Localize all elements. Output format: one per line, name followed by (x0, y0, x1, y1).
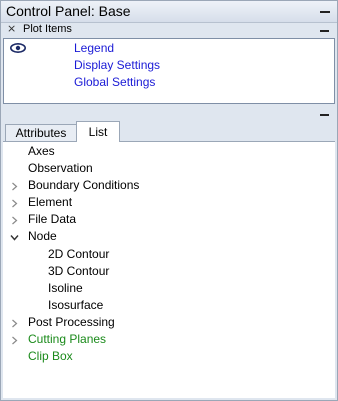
tree-item-clip-box[interactable]: Clip Box (28, 348, 73, 364)
eye-icon[interactable] (10, 43, 26, 53)
plot-item-global-settings[interactable]: Global Settings (74, 75, 155, 89)
tree-item-post-processing[interactable]: Post Processing (28, 314, 115, 330)
minimize-icon[interactable] (320, 11, 330, 13)
tab-list[interactable]: List (76, 121, 120, 142)
tree-item-isoline[interactable]: Isoline (48, 280, 83, 296)
plot-item-display-settings[interactable]: Display Settings (74, 58, 160, 72)
tree-item-element[interactable]: Element (28, 194, 72, 210)
tree-item-3d-contour[interactable]: 3D Contour (48, 263, 109, 279)
tree-item-2d-contour[interactable]: 2D Contour (48, 246, 109, 262)
tree-item-axes[interactable]: Axes (28, 143, 55, 159)
chevron-right-icon[interactable] (10, 199, 19, 208)
collapse-icon[interactable]: ⨯ (7, 23, 16, 36)
tab-attributes[interactable]: Attributes (5, 124, 77, 141)
chevron-right-icon[interactable] (10, 319, 19, 328)
plot-items-header[interactable]: ⨯ Plot Items (3, 23, 335, 37)
tree-item-file-data[interactable]: File Data (28, 211, 76, 227)
plot-item-legend[interactable]: Legend (74, 41, 114, 55)
minimize-icon[interactable] (320, 114, 329, 116)
tree-view: Axes Observation Boundary Conditions Ele… (3, 142, 335, 398)
minimize-icon[interactable] (320, 30, 329, 32)
tree-item-isosurface[interactable]: Isosurface (48, 297, 103, 313)
tree-item-boundary-conditions[interactable]: Boundary Conditions (28, 177, 139, 193)
tree-item-node[interactable]: Node (28, 228, 57, 244)
tree-item-observation[interactable]: Observation (28, 160, 93, 176)
tree-item-cutting-planes[interactable]: Cutting Planes (28, 331, 106, 347)
chevron-right-icon[interactable] (10, 216, 19, 225)
chevron-right-icon[interactable] (10, 182, 19, 191)
chevron-right-icon[interactable] (10, 336, 19, 345)
window-title: Control Panel: Base (6, 3, 131, 19)
tab-strip: Attributes List (3, 121, 335, 142)
chevron-down-icon[interactable] (10, 233, 19, 242)
title-bar: Control Panel: Base (1, 1, 337, 23)
control-panel: Control Panel: Base ⨯ Plot Items Legend … (0, 0, 338, 401)
plot-items-label: Plot Items (23, 23, 72, 35)
plot-items-list: Legend Display Settings Global Settings (3, 38, 335, 104)
